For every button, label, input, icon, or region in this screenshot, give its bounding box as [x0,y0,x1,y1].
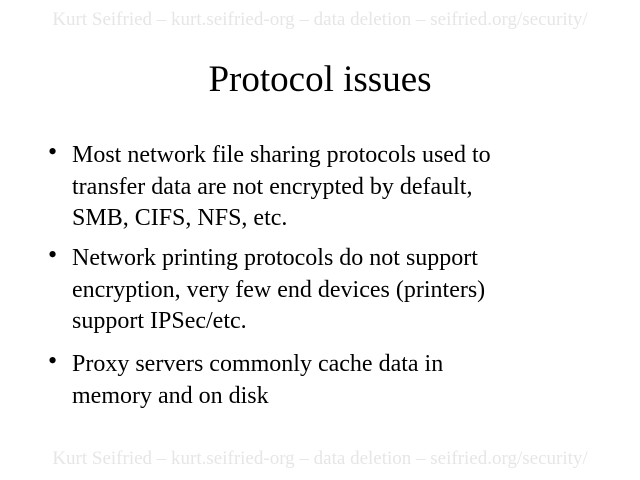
bullet-line: Network printing protocols do not suppor… [72,245,478,271]
bullet-line: SMB, CIFS, NFS, etc. [72,205,288,231]
footer-text: Kurt Seifried – kurt.seifried-org – data… [52,448,588,469]
bullet-line: encryption, very few end devices (printe… [72,276,486,303]
bullet-icon: • [48,137,58,166]
header-text: Kurt Seifried – kurt.seifried-org – data… [52,9,588,30]
bullet-line: memory and on disk [72,382,269,409]
bullet-icon: • [48,240,58,269]
bullet-icon: • [48,346,58,375]
bullet-line: transfer data are not encrypted by defau… [72,173,473,200]
bullet-line: support IPSec/etc. [72,308,247,334]
slide-title: Protocol issues [208,59,432,100]
bullet-line: Most network file sharing protocols used… [72,142,491,168]
bullet-line: Proxy servers commonly cache data in [72,351,444,377]
